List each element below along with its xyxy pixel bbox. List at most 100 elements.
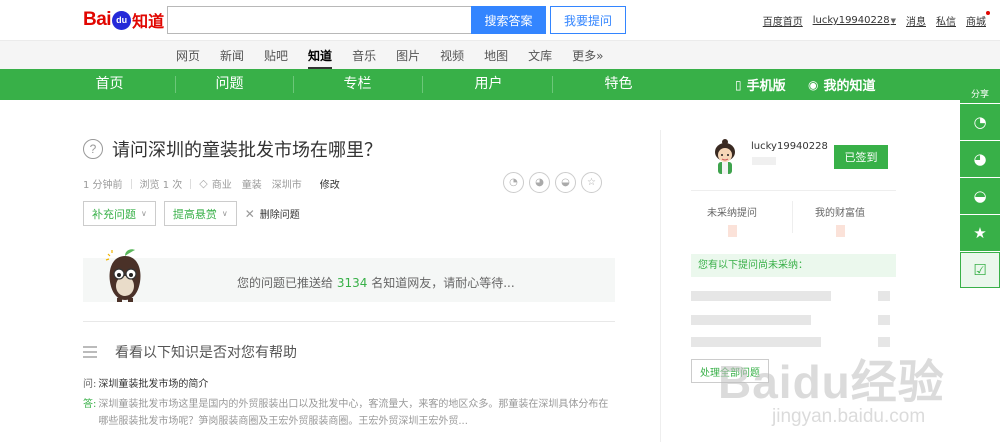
product-nav-item[interactable]: 地图	[484, 47, 508, 64]
stat-divider	[792, 201, 793, 233]
weibo-share-icon[interactable]: ◕	[529, 172, 550, 193]
unadopted-question-item-blurred[interactable]	[691, 291, 831, 301]
messages-text: 消息	[906, 17, 926, 28]
product-nav-item[interactable]: 知道	[308, 47, 333, 69]
answer-prefix: 答:	[83, 399, 97, 410]
clipboard-check-icon[interactable]: ☑	[960, 252, 1000, 288]
username-link[interactable]: lucky19940228▼	[813, 15, 896, 26]
edit-tags-link[interactable]: 修改	[320, 176, 340, 191]
menu-tab-home[interactable]: 首页	[83, 69, 136, 100]
product-nav-item[interactable]: 贴吧	[264, 47, 288, 64]
user-circle-icon: ◉	[808, 77, 819, 92]
wechat-share-icon[interactable]: ◔	[503, 172, 524, 193]
push-text-after: 名知道网友，请耐心等待...	[367, 276, 515, 290]
search-answer-button[interactable]: 搜索答案	[471, 6, 546, 34]
knowledge-answer-text: 深圳童装批发市场这里是国内的外贸服装出口以及批发中心，客流量大，来客的地区众多。…	[98, 399, 609, 427]
knowledge-heading-text: 看看以下知识是否对您有帮助	[115, 345, 297, 361]
question-actions: 补充问题 ∨ 提高悬赏 ∨ ✕ 删除问题	[83, 201, 300, 226]
unadopted-questions-header: 您有以下提问尚未采纳：	[691, 254, 896, 277]
messages-link[interactable]: 消息	[906, 13, 926, 28]
qq-share-icon[interactable]: ◒	[555, 172, 576, 193]
knowledge-answer[interactable]: 答: 深圳童装批发市场这里是国内的外贸服装出口以及批发中心，客流量大，来客的地区众…	[83, 396, 618, 430]
wealth-stat-value-blurred	[835, 225, 845, 237]
product-nav-item[interactable]: 更多»	[572, 47, 603, 64]
raise-reward-button[interactable]: 提高悬赏 ∨	[163, 201, 237, 226]
menu-tab-questions[interactable]: 问题	[203, 69, 256, 100]
tag-link[interactable]: 童装	[242, 176, 262, 191]
wechat-share-icon[interactable]: ◔	[960, 104, 1000, 140]
user-avatar[interactable]	[707, 138, 743, 176]
tag-link[interactable]: 深圳市	[272, 176, 302, 191]
product-nav-item[interactable]: 新闻	[220, 47, 244, 64]
mobile-version-text: 手机版	[746, 79, 786, 94]
question-share-icons: ◔ ◕ ◒ ☆	[503, 172, 602, 193]
chevron-down-icon: ∨	[221, 209, 228, 218]
sidebar-divider	[660, 130, 661, 442]
product-nav-item[interactable]: 音乐	[352, 47, 376, 64]
stats-divider	[691, 190, 896, 191]
product-nav: 网页 新闻 贴吧 知道 音乐 图片 视频 地图 文库 更多»	[0, 40, 1000, 69]
weibo-share-icon[interactable]: ◕	[960, 141, 1000, 177]
share-bar-title: 分享	[960, 88, 1000, 103]
product-nav-item[interactable]: 视频	[440, 47, 464, 64]
question-time: 1 分钟前	[83, 180, 123, 191]
watermark-url-text: jingyan.baidu.com	[772, 406, 926, 427]
push-text-before: 您的问题已推送给	[237, 276, 337, 290]
meta-divider	[130, 178, 132, 189]
menu-tab-users[interactable]: 用户	[462, 69, 515, 100]
sidebar-username[interactable]: lucky19940228	[751, 141, 828, 152]
product-nav-item[interactable]: 网页	[176, 47, 200, 64]
question-title: 请问深圳的童装批发市场在哪里？	[112, 140, 382, 161]
unadopted-question-item-blurred[interactable]	[691, 315, 811, 325]
question-meta: 1 分钟前 浏览 1 次 ◇ 商业 童装 深圳市 修改	[83, 176, 340, 191]
product-nav-item[interactable]: 文库	[528, 47, 552, 64]
question-views: 浏览 1 次	[139, 180, 183, 191]
zhidao-main-menu: 首页 问题 专栏 用户 特色 ▯ 手机版 ◉ 我的知道	[0, 69, 1000, 100]
menu-divider	[422, 76, 423, 93]
logo-text-zhidao: 知道	[132, 12, 165, 31]
caret-down-icon: ▼	[890, 17, 896, 25]
supplement-question-label: 补充问题	[92, 207, 136, 221]
favorite-star-icon[interactable]: ★	[960, 215, 1000, 251]
tag-link[interactable]: 商业	[212, 176, 232, 191]
wealth-stat[interactable]: 我的财富值	[815, 204, 865, 237]
baidu-zhidao-logo[interactable]: Bai du 知道	[83, 8, 164, 32]
mobile-version-link[interactable]: ▯ 手机版	[735, 69, 786, 100]
chevron-down-icon: ∨	[141, 209, 147, 218]
watermark-logo-text: Baidu经验	[718, 356, 945, 408]
baidu-home-link[interactable]: 百度首页	[763, 13, 803, 28]
menu-tab-columns[interactable]: 专栏	[331, 69, 384, 100]
list-menu-icon	[83, 346, 97, 358]
my-zhidao-text: 我的知道	[823, 79, 876, 94]
unadopted-question-meta-blurred	[878, 315, 890, 325]
my-zhidao-link[interactable]: ◉ 我的知道	[808, 69, 876, 100]
knowledge-question-text: 深圳童装批发市场的简介	[98, 379, 209, 390]
supplement-question-button[interactable]: 补充问题 ∨	[83, 201, 156, 226]
knowledge-question[interactable]: 问: 深圳童装批发市场的简介	[83, 376, 618, 393]
favorite-star-icon[interactable]: ☆	[581, 172, 602, 193]
section-divider	[83, 321, 615, 322]
floating-share-bar: 分享 ◔ ◕ ◒ ★ ☑	[960, 88, 1000, 288]
push-count: 3134	[336, 276, 368, 290]
logo-paw-icon: du	[112, 10, 132, 30]
search-input[interactable]	[167, 6, 472, 34]
tag-icon: ◇	[199, 177, 208, 190]
private-message-link[interactable]: 私信	[936, 13, 956, 28]
product-nav-item[interactable]: 图片	[396, 47, 420, 64]
ask-question-button[interactable]: 我要提问	[550, 6, 626, 34]
raise-reward-label: 提高悬赏	[172, 207, 217, 221]
signed-in-button[interactable]: 已签到	[834, 145, 888, 169]
qq-share-icon[interactable]: ◒	[960, 178, 1000, 214]
delete-question-button[interactable]: ✕ 删除问题	[245, 206, 300, 222]
menu-tab-featured[interactable]: 特色	[592, 69, 645, 100]
menu-divider	[552, 76, 553, 93]
unadopted-stat[interactable]: 未采纳提问	[707, 204, 757, 237]
mall-text: 商城	[966, 17, 986, 28]
mall-link[interactable]: 商城	[966, 11, 990, 28]
question-prefix: 问:	[83, 379, 97, 390]
question-mark-icon: ?	[83, 139, 103, 159]
push-notice-text: 您的问题已推送给 3134 名知道网友，请耐心等待...	[237, 274, 515, 291]
top-bar: Bai du 知道 搜索答案 我要提问 百度首页 lucky19940228▼ …	[0, 0, 1000, 40]
product-nav-items: 网页 新闻 贴吧 知道 音乐 图片 视频 地图 文库 更多»	[176, 41, 603, 70]
user-level-blurred	[752, 157, 776, 165]
